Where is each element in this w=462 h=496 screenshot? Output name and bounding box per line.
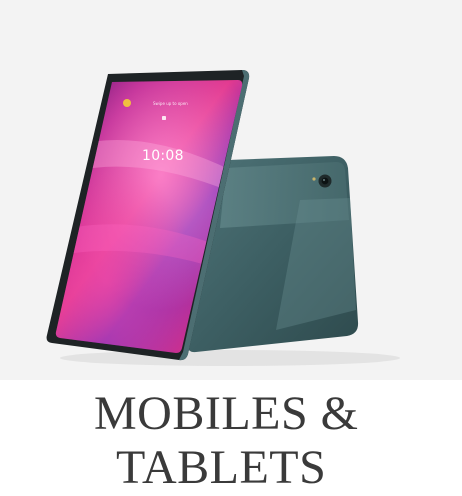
tablet-product-image (46, 70, 400, 366)
category-title-line-1[interactable]: MOBILES & (92, 388, 359, 440)
user-avatar-icon (123, 99, 131, 107)
flash-icon (312, 177, 316, 181)
category-banner[interactable]: Swipe up to open 10:08 MOBILES & TABLETS (0, 0, 462, 496)
screen-clock: 10:08 (142, 148, 184, 164)
lock-icon (162, 116, 166, 120)
category-title-line-2[interactable]: TABLETS (116, 442, 326, 494)
floor-shadow (60, 350, 400, 366)
screen-header-text: Swipe up to open (153, 101, 188, 106)
